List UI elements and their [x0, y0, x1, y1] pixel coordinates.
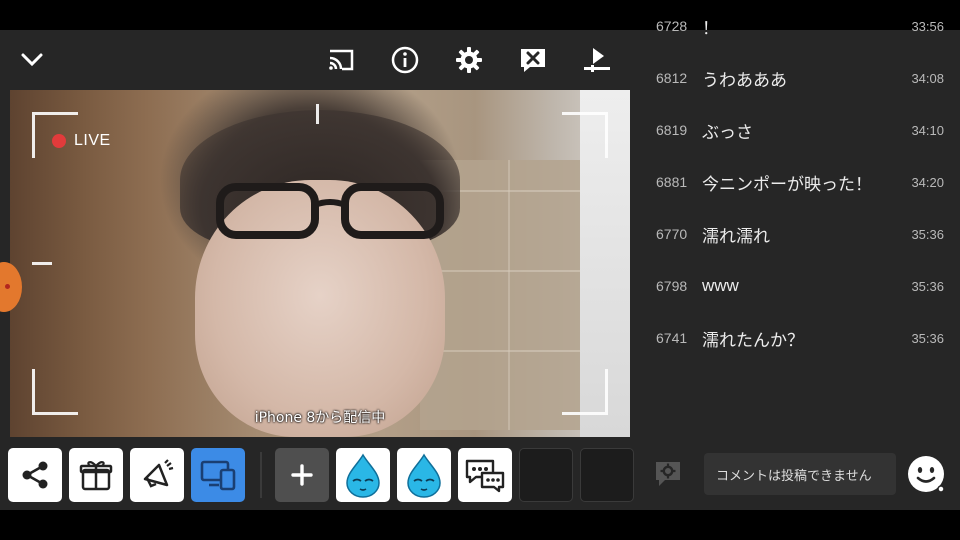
broadcast-source-text: iPhone 8から配信中: [254, 410, 386, 426]
close-comment-icon[interactable]: [511, 38, 555, 82]
app-window: LIVE iPhone 8から配信中 6728 ！ 33:56 6812 うわあ…: [0, 18, 960, 510]
info-icon[interactable]: [383, 38, 427, 82]
comment-text: ！: [702, 18, 719, 38]
share-icon[interactable]: [8, 448, 62, 502]
comment-number: 6819: [656, 122, 688, 138]
gift-icon[interactable]: [69, 448, 123, 502]
empty-slot[interactable]: [519, 448, 573, 502]
comment-bubbles-icon[interactable]: [458, 448, 512, 502]
live-video[interactable]: LIVE iPhone 8から配信中: [10, 90, 630, 437]
megaphone-icon[interactable]: [130, 448, 184, 502]
smiley-icon[interactable]: [906, 454, 946, 494]
comment-composer: コメントは投稿できません: [640, 448, 960, 504]
live-indicator: LIVE: [52, 132, 111, 150]
live-label: LIVE: [74, 132, 111, 149]
comment-number: 6881: [656, 174, 688, 190]
comment-time: 33:56: [911, 18, 944, 34]
comment-time: 35:36: [911, 226, 944, 242]
comment-time: 34:10: [911, 122, 944, 138]
empty-slot[interactable]: [580, 448, 634, 502]
comment-panel: 6728 ！ 33:56 6812 うわあああ 34:08 6819 ぶっさ 34:10 6…: [640, 18, 960, 510]
player-toolbar: [0, 30, 640, 90]
comment-number: 6812: [656, 70, 688, 86]
comment-row: 6728 ！ 33:56: [640, 0, 960, 52]
frame-corner-top-right: [562, 112, 608, 158]
comment-text: ぶっさ: [702, 122, 753, 142]
player-panel: LIVE iPhone 8から配信中: [0, 30, 640, 510]
comment-text: うわあああ: [702, 70, 787, 90]
drop-character-icon[interactable]: [336, 448, 390, 502]
comment-time: 34:20: [911, 174, 944, 190]
drop-character-icon[interactable]: [397, 448, 451, 502]
upload-icon[interactable]: [575, 38, 619, 82]
comment-number: 6770: [656, 226, 688, 242]
frame-mark-left: [32, 262, 52, 266]
glasses-graphic: [216, 183, 444, 239]
gear-icon[interactable]: [447, 38, 491, 82]
comment-row: 6770 濡れ濡れ 35:36: [640, 208, 960, 260]
tray-divider: [260, 452, 262, 498]
comment-settings-icon[interactable]: [652, 458, 684, 490]
comment-text: www: [702, 276, 739, 295]
action-tray: [0, 444, 640, 504]
screen-devices-icon[interactable]: [191, 448, 245, 502]
comment-row: 6812 うわあああ 34:08: [640, 52, 960, 104]
frame-mark-top: [316, 104, 320, 124]
cast-icon[interactable]: [319, 38, 363, 82]
comment-row: 6741 濡れたんか？ 35:36: [640, 312, 960, 364]
comment-text: 濡れたんか？: [702, 330, 804, 350]
comment-row: 6819 ぶっさ 34:10: [640, 104, 960, 156]
comment-number: 6798: [656, 278, 688, 294]
comment-time: 35:36: [911, 278, 944, 294]
comment-time: 35:36: [911, 330, 944, 346]
comment-list[interactable]: 6728 ！ 33:56 6812 うわあああ 34:08 6819 ぶっさ 34:10 6…: [640, 0, 960, 364]
comment-row: 6798 www 35:36: [640, 260, 960, 312]
comment-number: 6728: [656, 18, 688, 34]
comment-input[interactable]: コメントは投稿できません: [704, 453, 896, 495]
chevron-down-icon[interactable]: [10, 38, 54, 82]
comment-number: 6741: [656, 330, 688, 346]
live-dot-icon: [52, 134, 66, 148]
comment-time: 34:08: [911, 70, 944, 86]
add-icon[interactable]: [275, 448, 329, 502]
comment-row: 6881 今ニンポーが映った！ 34:20: [640, 156, 960, 208]
comment-text: 今ニンポーが映った！: [702, 174, 872, 194]
comment-text: 濡れ濡れ: [702, 226, 770, 246]
